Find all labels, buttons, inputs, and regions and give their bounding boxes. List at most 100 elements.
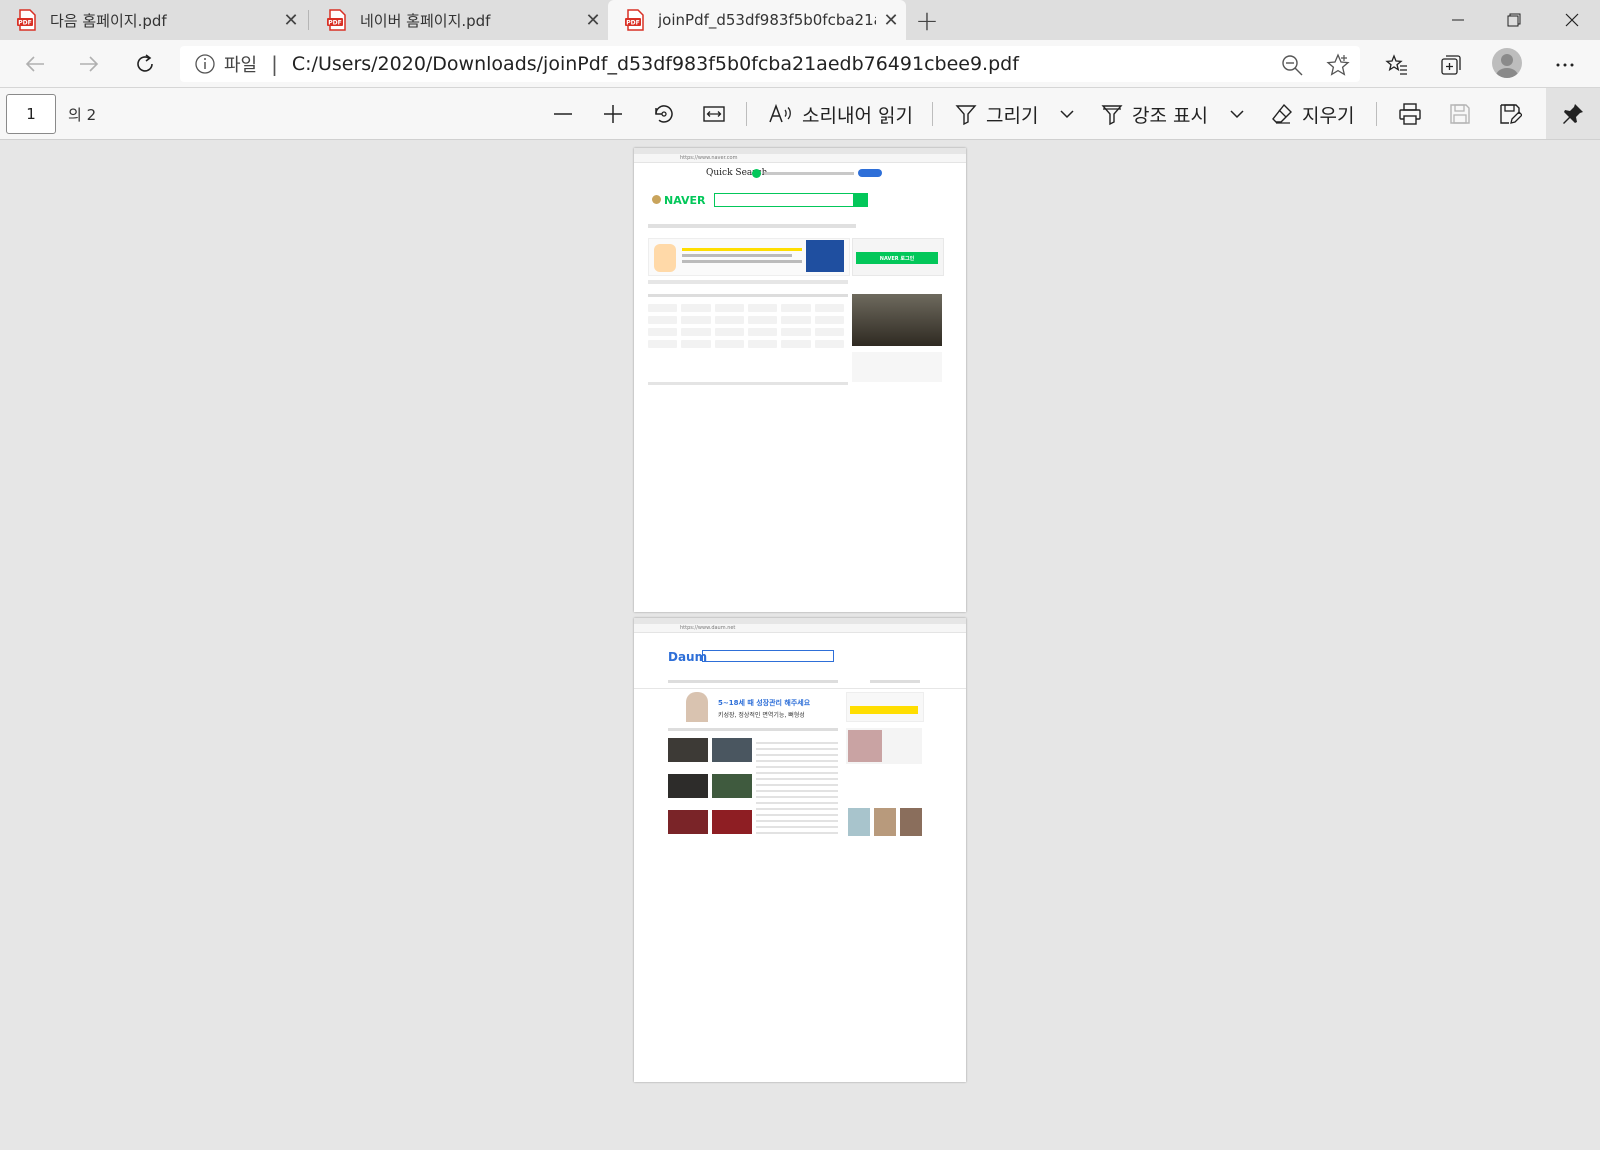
read-aloud-label: 소리내어 읽기 [802,104,913,127]
draw-button[interactable]: 그리기 [954,99,1038,129]
refresh-icon[interactable] [128,48,162,80]
tab-separator [308,10,309,30]
highlighter-icon [1101,105,1123,126]
daum-news-tabs [668,728,838,731]
more-options-icon[interactable] [1552,52,1578,78]
logo-mascot [652,195,661,204]
save-icon [1450,104,1470,124]
ad-highlight-line [682,248,802,251]
ad-text-line [682,254,792,257]
ad-person-photo [686,692,708,722]
back-icon[interactable] [18,48,52,80]
naver-login-button: NAVER 로그인 [856,252,938,264]
shopping-thumb [900,808,922,836]
news-thumb [668,810,708,834]
highlight-button[interactable]: 강조 표시 [1100,99,1208,129]
tab-joinpdf[interactable]: PDF joinPdf_d53df983f5b0fcba21aed ✕ [608,0,906,40]
url-text[interactable]: C:/Users/2020/Downloads/joinPdf_d53df983… [292,53,1019,75]
ad-blue-box [806,240,844,272]
zoom-in-button[interactable] [602,99,624,129]
tab-title: 다음 홈페이지.pdf [50,11,167,30]
daum-weather [870,680,920,683]
mini-address-bar: https://www.naver.com [634,154,966,163]
minimize-icon[interactable] [1430,0,1486,40]
page-count-label: 의 2 [68,106,97,124]
rotate-icon [655,105,673,123]
tab-title: joinPdf_d53df983f5b0fcba21aed [658,11,876,29]
svg-text:PDF: PDF [328,20,341,27]
rotate-button[interactable] [652,99,676,129]
city-photo [852,294,942,346]
tab-daum-pdf[interactable]: PDF 다음 홈페이지.pdf ✕ [0,0,306,40]
chevron-down-icon [1230,110,1244,119]
newsstand-header [648,294,848,297]
save-as-button[interactable] [1498,99,1522,129]
eraser-icon [1272,103,1292,124]
tab-close-icon[interactable]: ✕ [276,5,306,35]
tab-naver-pdf[interactable]: PDF 네이버 홈페이지.pdf ✕ [310,0,608,40]
shopping-thumb [874,808,896,836]
plus-icon [604,105,622,123]
pdf-file-icon: PDF [327,9,346,31]
tab-close-icon[interactable]: ✕ [876,5,906,35]
bottom-row [648,382,848,385]
chevron-down-icon [1060,110,1074,119]
toolbar-divider [746,102,747,126]
pdf-page-1: https://www.naver.com Quick Search NAVER… [634,148,966,612]
info-icon[interactable] [194,53,216,75]
news-thumb [668,774,708,798]
daum-divider [634,688,966,689]
address-bar: 파일 | C:/Users/2020/Downloads/joinPdf_d53… [0,40,1600,88]
news-thumb [668,738,708,762]
draw-icon [955,105,977,126]
page-screenshot-daum: https://www.daum.net Daum 5~18세 때 성장관리 해… [634,618,966,836]
draw-options-dropdown[interactable] [1058,99,1076,129]
naver-search-box [714,193,854,207]
pin-toolbar-button[interactable] [1546,88,1600,139]
highlight-label: 강조 표시 [1132,104,1208,127]
ad-illustration [654,244,676,272]
page-number-input[interactable]: 1 [6,94,56,134]
favorite-star-icon[interactable] [1326,53,1350,77]
tab-close-icon[interactable]: ✕ [578,5,608,35]
toolbar-divider [932,102,933,126]
ad-text-line [682,260,802,263]
draw-label: 그리기 [986,104,1039,127]
collections-icon[interactable] [1438,52,1464,78]
quick-search-icon [752,169,761,178]
minus-icon [554,113,572,115]
print-button[interactable] [1398,99,1422,129]
save-button[interactable] [1448,99,1472,129]
profile-avatar[interactable] [1492,48,1522,78]
highlight-options-dropdown[interactable] [1228,99,1246,129]
pdf-viewer[interactable]: https://www.naver.com Quick Search NAVER… [0,140,1600,1150]
zoom-out-button[interactable] [552,99,574,129]
daum-menu-row [668,680,838,683]
new-tab-icon[interactable]: + [912,4,942,37]
side-feature-photo [848,730,882,762]
erase-button[interactable]: 지우기 [1270,99,1354,129]
news-text-column [756,738,838,834]
newsstand-grid [648,304,844,348]
fit-to-width-button[interactable] [702,99,726,129]
url-scheme-label: 파일 [224,55,258,76]
close-window-icon[interactable] [1544,0,1600,40]
daum-search-box [702,650,834,662]
news-ticker [648,280,848,284]
news-thumb [712,774,752,798]
quick-search-badge [858,169,882,177]
pdf-file-icon: PDF [625,9,644,31]
save-as-icon [1500,104,1522,124]
restore-icon[interactable] [1486,0,1542,40]
daum-ad-headline: 5~18세 때 성장관리 해주세요 [718,699,811,707]
zoom-out-icon[interactable] [1280,53,1304,77]
naver-logo: NAVER [664,194,706,207]
tab-title: 네이버 홈페이지.pdf [360,11,491,30]
omnibox[interactable]: 파일 | C:/Users/2020/Downloads/joinPdf_d53… [180,46,1360,82]
naver-search-button [854,193,868,207]
read-aloud-button[interactable]: 소리내어 읽기 [768,99,913,129]
favorites-icon[interactable] [1384,52,1410,78]
read-aloud-icon [769,103,791,123]
daum-login-button [850,706,918,714]
forward-icon[interactable] [72,48,106,80]
